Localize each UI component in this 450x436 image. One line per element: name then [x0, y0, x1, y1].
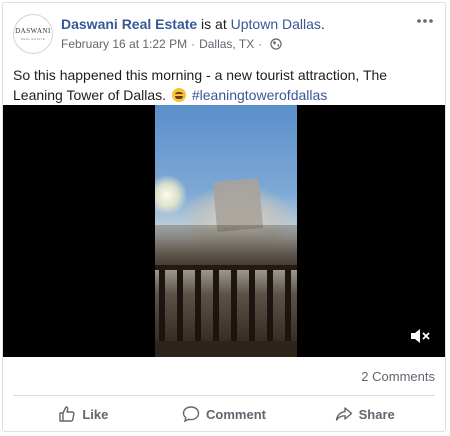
post-actions: Like Comment Share	[13, 397, 435, 431]
comment-label: Comment	[206, 406, 266, 422]
video-sun	[155, 175, 187, 215]
post-body: So this happened this morning - a new to…	[13, 65, 433, 105]
post-card: DASWANI REAL ESTATE Daswani Real Estate …	[2, 2, 446, 432]
globe-icon[interactable]	[270, 38, 282, 50]
post-meta: February 16 at 1:22 PM · Dallas, TX ·	[61, 37, 282, 51]
author-link[interactable]: Daswani Real Estate	[61, 16, 197, 32]
comment-bubble-icon	[182, 406, 200, 423]
share-label: Share	[358, 406, 395, 422]
meta-separator-2: ·	[258, 37, 263, 51]
video-player[interactable]	[3, 105, 445, 357]
page-avatar[interactable]: DASWANI REAL ESTATE	[13, 14, 53, 54]
location-suffix: .	[320, 16, 325, 32]
avatar-logo-word: DASWANI	[15, 27, 51, 35]
post-city[interactable]: Dallas, TX	[199, 37, 254, 51]
post-timestamp[interactable]: February 16 at 1:22 PM	[61, 37, 187, 51]
meta-separator: ·	[191, 37, 196, 51]
video-building	[212, 178, 264, 232]
thumbs-up-icon	[59, 406, 75, 422]
like-label: Like	[82, 406, 109, 422]
more-options-icon[interactable]	[415, 13, 435, 29]
comments-count[interactable]: 2 Comments	[361, 369, 435, 384]
checkin-connector: is at	[197, 16, 231, 32]
like-button[interactable]: Like	[13, 397, 154, 431]
video-frame[interactable]	[155, 105, 297, 357]
hashtag-link[interactable]: #leaningtowerofdallas	[192, 87, 327, 103]
location-link[interactable]: Uptown Dallas	[231, 16, 321, 32]
share-arrow-icon	[335, 407, 352, 421]
speaker-muted-icon[interactable]	[409, 327, 431, 345]
share-button[interactable]: Share	[294, 397, 435, 431]
laughing-emoji-icon	[171, 88, 186, 102]
comment-button[interactable]: Comment	[154, 397, 295, 431]
post-header: Daswani Real Estate is at Uptown Dallas.	[61, 16, 325, 33]
avatar-logo-sub: REAL ESTATE	[20, 37, 46, 41]
video-railing-floor	[155, 341, 297, 357]
video-trees	[155, 225, 297, 265]
actions-divider	[13, 395, 435, 396]
